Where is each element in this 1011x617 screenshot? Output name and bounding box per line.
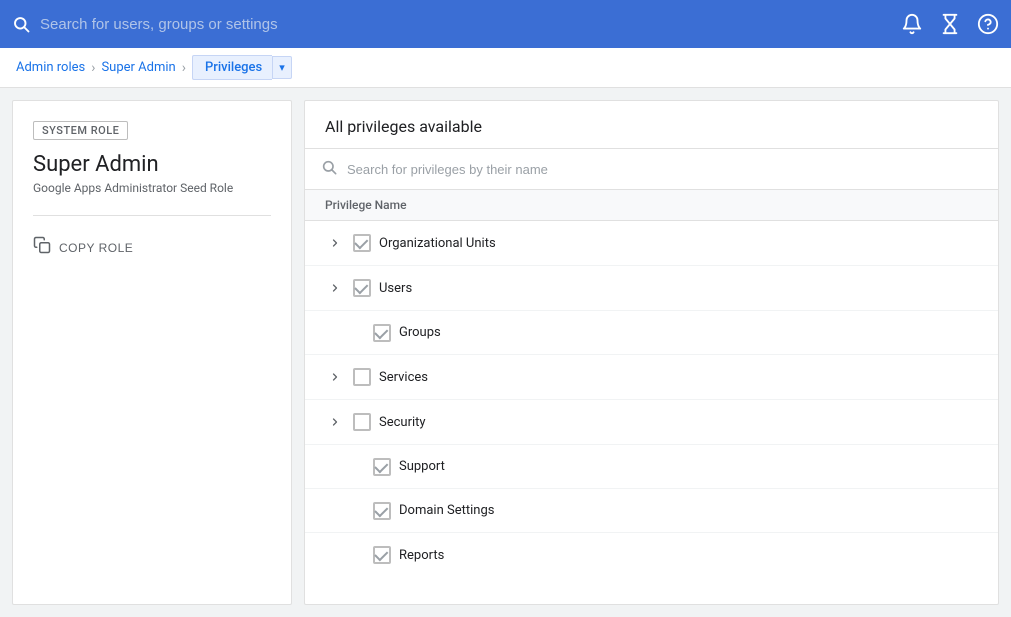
expand-button[interactable]: [325, 412, 345, 432]
table-row: Organizational Units: [305, 221, 998, 266]
table-row: Groups: [305, 311, 998, 355]
privilege-name: Groups: [399, 325, 978, 340]
expand-button[interactable]: [325, 233, 345, 253]
topbar-icons: [901, 13, 999, 35]
expand-button[interactable]: [325, 367, 345, 387]
copy-icon: [33, 236, 51, 259]
table-row: Services: [305, 355, 998, 400]
topbar: [0, 0, 1011, 48]
right-panel: All privileges available Privilege Name: [304, 100, 999, 605]
breadcrumb-dropdown-arrow[interactable]: ▾: [272, 56, 292, 79]
table-row: Reports: [305, 533, 998, 577]
privilege-name: Domain Settings: [399, 503, 978, 518]
expand-button[interactable]: [325, 278, 345, 298]
search-privileges-bar: [305, 149, 998, 190]
table-row: Support: [305, 445, 998, 489]
search-privileges-icon: [321, 159, 337, 179]
privilege-checkbox[interactable]: [353, 413, 371, 431]
breadcrumb-sep-2: ›: [182, 60, 186, 76]
search-icon: [12, 15, 30, 33]
privilege-checkbox[interactable]: [373, 546, 391, 564]
privilege-checkbox[interactable]: [373, 324, 391, 342]
breadcrumb-admin-roles[interactable]: Admin roles: [16, 60, 85, 75]
role-description: Google Apps Administrator Seed Role: [33, 181, 271, 195]
main-layout: SYSTEM ROLE Super Admin Google Apps Admi…: [0, 88, 1011, 617]
privilege-checkbox[interactable]: [373, 502, 391, 520]
privilege-name: Users: [379, 281, 978, 296]
copy-role-label: COPY ROLE: [59, 241, 133, 255]
system-role-badge: SYSTEM ROLE: [33, 121, 128, 140]
search-privileges-input[interactable]: [347, 162, 982, 177]
privilege-name: Reports: [399, 548, 978, 563]
breadcrumb-sep-1: ›: [91, 60, 95, 76]
privilege-checkbox[interactable]: [373, 458, 391, 476]
privilege-checkbox[interactable]: [353, 234, 371, 252]
privilege-checkbox[interactable]: [353, 279, 371, 297]
notifications-icon[interactable]: [901, 13, 923, 35]
privilege-name: Security: [379, 415, 978, 430]
privilege-name: Support: [399, 459, 978, 474]
role-title: Super Admin: [33, 152, 271, 177]
left-panel: SYSTEM ROLE Super Admin Google Apps Admi…: [12, 100, 292, 605]
privilege-name: Services: [379, 370, 978, 385]
divider: [33, 215, 271, 216]
privilege-name: Organizational Units: [379, 236, 978, 251]
breadcrumb-super-admin[interactable]: Super Admin: [101, 60, 175, 75]
privileges-list: Organizational Units Users Groups: [305, 221, 998, 604]
table-row: Domain Settings: [305, 489, 998, 533]
breadcrumb: Admin roles › Super Admin › Privileges ▾: [0, 48, 1011, 88]
copy-role-button[interactable]: COPY ROLE: [33, 232, 133, 263]
privilege-name-column-header: Privilege Name: [305, 190, 998, 221]
panel-header: All privileges available: [305, 101, 998, 149]
hourglass-icon[interactable]: [939, 13, 961, 35]
breadcrumb-current: Privileges ▾: [192, 55, 292, 80]
breadcrumb-current-label[interactable]: Privileges: [192, 55, 272, 80]
search-input[interactable]: [40, 16, 660, 33]
help-icon[interactable]: [977, 13, 999, 35]
privilege-checkbox[interactable]: [353, 368, 371, 386]
table-row: Users: [305, 266, 998, 311]
table-row: Security: [305, 400, 998, 445]
